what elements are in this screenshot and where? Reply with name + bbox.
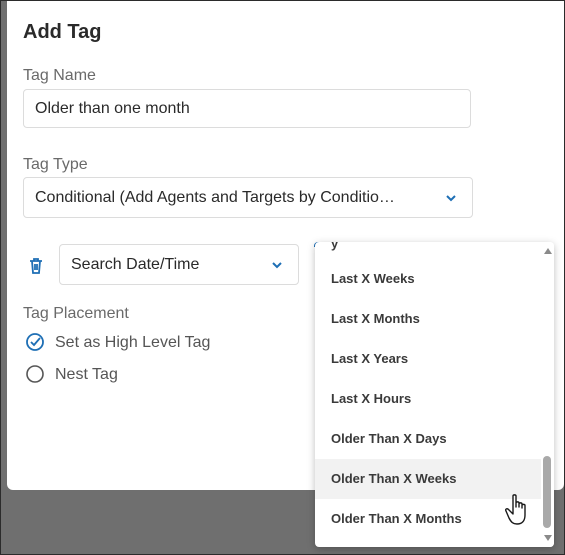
- tag-type-select[interactable]: Conditional (Add Agents and Targets by C…: [23, 177, 473, 218]
- tag-placement-label: Tag Placement: [23, 305, 129, 322]
- condition-field-select[interactable]: Search Date/Time: [59, 244, 299, 285]
- tag-name-input[interactable]: Older than one month: [23, 89, 471, 128]
- dropdown-partial-item: y: [331, 242, 339, 251]
- chevron-down-icon: [446, 195, 456, 202]
- tag-type-value: Conditional (Add Agents and Targets by C…: [35, 189, 395, 206]
- dropdown-item[interactable]: Last X Hours: [315, 379, 541, 419]
- screen-frame: Add Tag Tag Name Older than one month Ta…: [0, 0, 565, 555]
- chevron-down-icon: [272, 262, 282, 269]
- trash-icon[interactable]: [26, 256, 46, 276]
- scroll-down-arrow-icon[interactable]: [543, 534, 553, 542]
- scrollbar-thumb[interactable]: [543, 456, 551, 528]
- tag-type-label: Tag Type: [23, 156, 88, 173]
- dropdown-item[interactable]: Older Than X Days: [315, 419, 541, 459]
- dropdown-item[interactable]: Last X Years: [315, 339, 541, 379]
- tag-name-label: Tag Name: [23, 67, 96, 84]
- scroll-up-arrow-icon[interactable]: [543, 247, 553, 255]
- option-nest-tag-label: Nest Tag: [55, 366, 118, 383]
- radio-empty-icon: [26, 365, 44, 383]
- dialog-title: Add Tag: [23, 21, 102, 43]
- check-circle-icon: [26, 333, 44, 351]
- option-high-level-tag-label: Set as High Level Tag: [55, 334, 211, 351]
- hand-cursor-icon: [505, 494, 526, 525]
- dropdown-item[interactable]: Last X Weeks: [315, 259, 541, 299]
- condition-field-value: Search Date/Time: [71, 256, 200, 273]
- dropdown-item[interactable]: Last X Months: [315, 299, 541, 339]
